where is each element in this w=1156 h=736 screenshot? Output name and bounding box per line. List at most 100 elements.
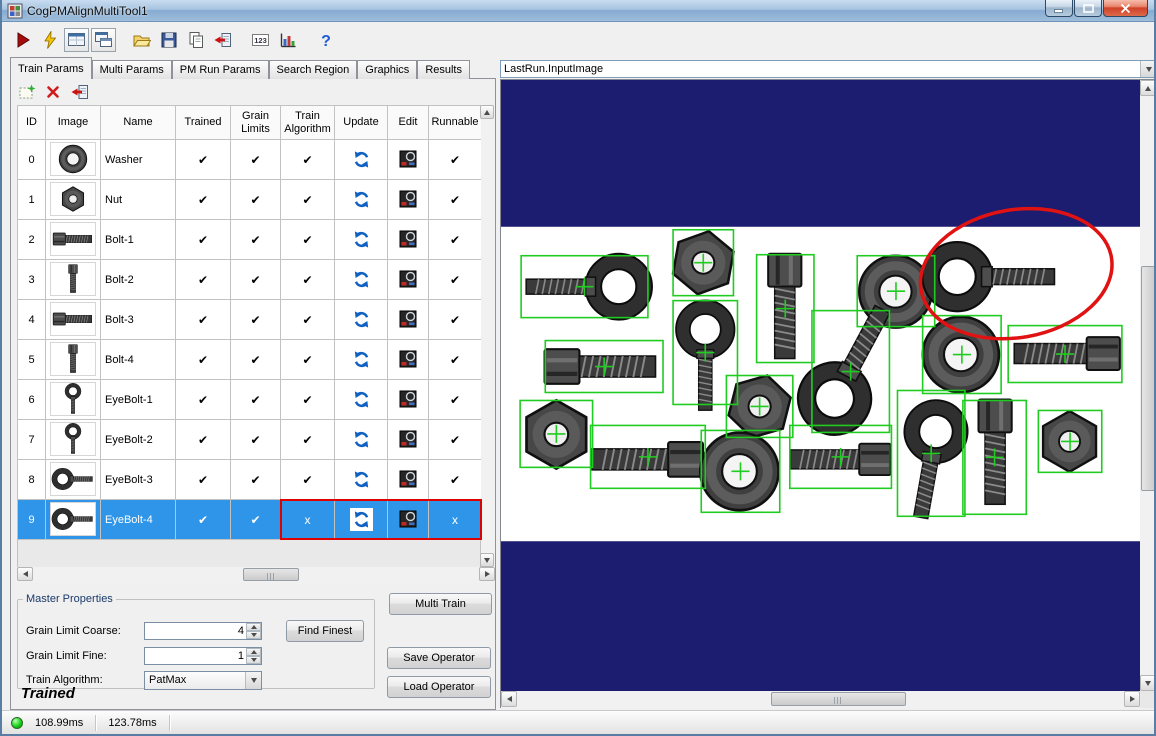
cell-train-algorithm[interactable]: ✔: [281, 140, 335, 180]
import-pattern-icon[interactable]: [69, 82, 89, 102]
maximize-button[interactable]: [1074, 0, 1102, 17]
cell-edit[interactable]: [388, 300, 429, 340]
col-header-train-algorithm[interactable]: Train Algorithm: [281, 106, 335, 140]
numeric-results-icon[interactable]: 123: [248, 28, 273, 52]
cell-id[interactable]: 5: [18, 340, 46, 380]
cell-update[interactable]: [335, 460, 388, 500]
tab-train-params[interactable]: Train Params: [10, 57, 92, 79]
cell-image[interactable]: [46, 300, 101, 340]
cell-name[interactable]: Bolt-2: [101, 260, 176, 300]
spin-up-button[interactable]: [246, 623, 261, 631]
spin-down-button[interactable]: [246, 631, 261, 639]
help-icon[interactable]: ?: [313, 28, 338, 52]
image-horizontal-scrollbar[interactable]: [501, 691, 1140, 708]
cell-update[interactable]: [335, 260, 388, 300]
cell-trained[interactable]: ✔: [176, 380, 231, 420]
cell-image[interactable]: [46, 140, 101, 180]
cell-image[interactable]: [46, 180, 101, 220]
cell-name[interactable]: EyeBolt-3: [101, 460, 176, 500]
cell-runnable[interactable]: ✔: [429, 140, 482, 180]
scroll-left-button[interactable]: [501, 691, 517, 707]
minimize-button[interactable]: [1045, 0, 1073, 17]
cell-image[interactable]: [46, 340, 101, 380]
cell-train-algorithm[interactable]: ✔: [281, 380, 335, 420]
update-refresh-icon[interactable]: [350, 268, 373, 291]
edit-pattern-icon[interactable]: [398, 309, 418, 329]
cell-update[interactable]: [335, 140, 388, 180]
col-header-image[interactable]: Image: [46, 106, 101, 140]
cell-runnable[interactable]: ✔: [429, 420, 482, 460]
update-refresh-icon[interactable]: [350, 468, 373, 491]
scroll-up-button[interactable]: [480, 105, 494, 119]
cell-train-algorithm[interactable]: ✔: [281, 220, 335, 260]
horizontal-scroll-thumb[interactable]: [771, 692, 906, 706]
cell-trained[interactable]: ✔: [176, 340, 231, 380]
cell-edit[interactable]: [388, 260, 429, 300]
cell-id[interactable]: 4: [18, 300, 46, 340]
edit-pattern-icon[interactable]: [398, 429, 418, 449]
cell-trained[interactable]: ✔: [176, 260, 231, 300]
pattern-row-washer[interactable]: 0Washer✔✔✔✔: [18, 140, 482, 180]
cell-update[interactable]: [335, 180, 388, 220]
update-refresh-icon[interactable]: [350, 228, 373, 251]
cell-image[interactable]: [46, 460, 101, 500]
horizontal-scroll-thumb[interactable]: [243, 568, 299, 581]
pattern-row-eyebolt-3[interactable]: 8EyeBolt-3✔✔✔✔: [18, 460, 482, 500]
cell-name[interactable]: EyeBolt-2: [101, 420, 176, 460]
cell-runnable[interactable]: ✔: [429, 460, 482, 500]
cell-name[interactable]: Bolt-3: [101, 300, 176, 340]
edit-pattern-icon[interactable]: [398, 389, 418, 409]
cell-grain-limits[interactable]: ✔: [231, 460, 281, 500]
cell-edit[interactable]: [388, 420, 429, 460]
cell-id[interactable]: 1: [18, 180, 46, 220]
scroll-down-button[interactable]: [1140, 675, 1156, 691]
cell-grain-limits[interactable]: ✔: [231, 420, 281, 460]
update-refresh-icon[interactable]: [350, 148, 373, 171]
cell-id[interactable]: 2: [18, 220, 46, 260]
cell-runnable[interactable]: ✔: [429, 220, 482, 260]
cell-edit[interactable]: [388, 140, 429, 180]
cell-runnable[interactable]: ✔: [429, 180, 482, 220]
pattern-row-nut[interactable]: 1Nut✔✔✔✔: [18, 180, 482, 220]
cell-image[interactable]: [46, 220, 101, 260]
scroll-right-button[interactable]: [479, 567, 495, 581]
scroll-down-button[interactable]: [480, 553, 494, 567]
cell-grain-limits[interactable]: ✔: [231, 300, 281, 340]
edit-pattern-icon[interactable]: [398, 269, 418, 289]
col-header-trained[interactable]: Trained: [176, 106, 231, 140]
float-display-icon[interactable]: [91, 28, 116, 52]
dropdown-arrow[interactable]: [1140, 61, 1156, 77]
cell-update[interactable]: [335, 300, 388, 340]
update-refresh-icon[interactable]: [350, 348, 373, 371]
cell-grain-limits[interactable]: ✔: [231, 380, 281, 420]
cell-grain-limits[interactable]: ✔: [231, 180, 281, 220]
update-refresh-icon[interactable]: [350, 388, 373, 411]
cell-trained[interactable]: ✔: [176, 420, 231, 460]
cell-trained[interactable]: ✔: [176, 180, 231, 220]
cell-update[interactable]: [335, 220, 388, 260]
cell-update[interactable]: [335, 340, 388, 380]
cell-id[interactable]: 9: [18, 500, 46, 540]
cell-id[interactable]: 7: [18, 420, 46, 460]
tab-pm-run-params[interactable]: PM Run Params: [172, 60, 269, 79]
cell-edit[interactable]: [388, 220, 429, 260]
cell-image[interactable]: [46, 380, 101, 420]
pattern-row-eyebolt-1[interactable]: 6EyeBolt-1✔✔✔✔: [18, 380, 482, 420]
table-horizontal-scrollbar[interactable]: [17, 567, 495, 583]
tab-search-region[interactable]: Search Region: [269, 60, 358, 79]
cell-train-algorithm[interactable]: ✔: [281, 340, 335, 380]
save-operator-button[interactable]: Save Operator: [387, 647, 491, 669]
cell-edit[interactable]: [388, 460, 429, 500]
tab-results[interactable]: Results: [417, 60, 470, 79]
cell-runnable[interactable]: ✔: [429, 380, 482, 420]
show-display-icon[interactable]: [64, 28, 89, 52]
col-header-edit[interactable]: Edit: [388, 106, 429, 140]
update-refresh-icon[interactable]: [350, 188, 373, 211]
live-run-icon[interactable]: [37, 28, 62, 52]
save-file-icon[interactable]: [156, 28, 181, 52]
cell-update[interactable]: [335, 380, 388, 420]
pattern-row-bolt-1[interactable]: 2Bolt-1✔✔✔✔: [18, 220, 482, 260]
find-finest-button[interactable]: Find Finest: [286, 620, 364, 642]
train-algorithm-dropdown[interactable]: PatMax: [144, 671, 262, 690]
cell-trained[interactable]: ✔: [176, 500, 231, 540]
